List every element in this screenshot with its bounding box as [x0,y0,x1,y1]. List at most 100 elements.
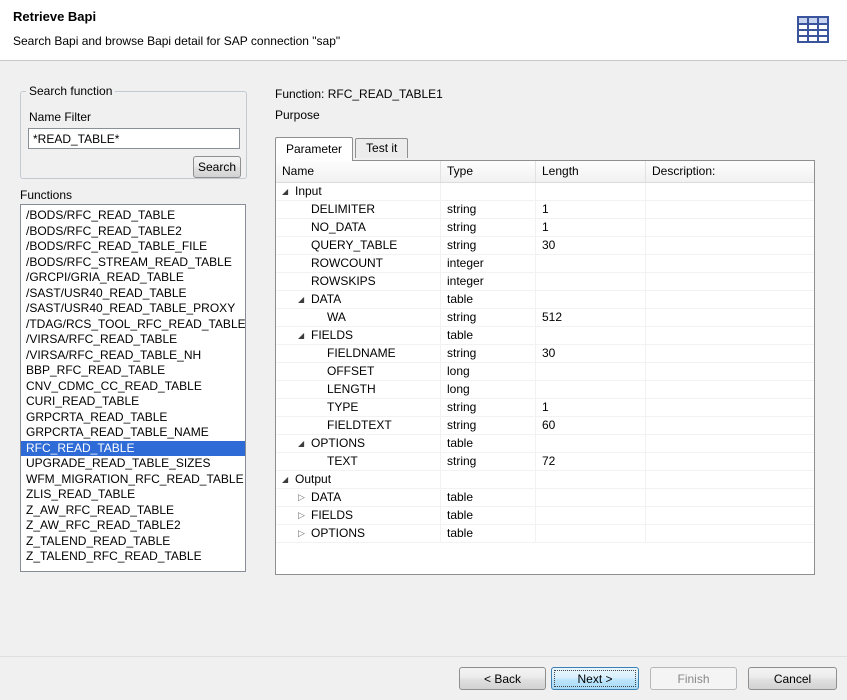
parameter-length [536,363,646,380]
table-grid-icon [796,13,830,45]
parameter-description [646,345,814,362]
parameter-row[interactable]: ▷OPTIONStable [276,525,814,543]
function-list-item[interactable]: /BODS/RFC_READ_TABLE2 [21,224,245,240]
parameter-row[interactable]: ROWCOUNT integer [276,255,814,273]
finish-button[interactable]: Finish [650,667,737,690]
parameter-row[interactable]: ROWSKIPSinteger [276,273,814,291]
parameter-description [646,507,814,524]
parameter-length [536,381,646,398]
parameter-row[interactable]: FIELDNAMEstring30 [276,345,814,363]
function-list-item[interactable]: GRPCRTA_READ_TABLE [21,410,245,426]
parameter-row[interactable]: ◢FIELDStable [276,327,814,345]
function-list-item[interactable]: /GRCPI/GRIA_READ_TABLE [21,270,245,286]
next-button[interactable]: Next > [551,667,639,690]
functions-list[interactable]: /BODS/RFC_READ_TABLE/BODS/RFC_READ_TABLE… [20,204,246,572]
column-header-type[interactable]: Type [441,161,536,182]
function-list-item[interactable]: /VIRSA/RFC_READ_TABLE [21,332,245,348]
parameter-row[interactable]: FIELDTEXTstring60 [276,417,814,435]
expanded-arrow-icon[interactable]: ◢ [298,332,311,340]
parameter-type: integer [441,255,536,272]
parameter-name: FIELDS [311,327,353,344]
tab-parameter[interactable]: Parameter [275,137,353,161]
column-header-length[interactable]: Length [536,161,646,182]
dialog-subtitle: Search Bapi and browse Bapi detail for S… [13,34,340,48]
collapsed-arrow-icon[interactable]: ▷ [298,511,311,520]
column-header-description[interactable]: Description: [646,161,814,182]
parameter-row[interactable]: WAstring512 [276,309,814,327]
parameter-row[interactable]: ◢Output [276,471,814,489]
parameter-name: DATA [311,291,341,308]
parameter-length [536,273,646,290]
collapsed-arrow-icon[interactable]: ▷ [298,529,311,538]
function-list-item[interactable]: Z_TALEND_READ_TABLE [21,534,245,550]
function-list-item[interactable]: /BODS/RFC_STREAM_READ_TABLE [21,255,245,271]
parameter-row[interactable]: ▷DATAtable [276,489,814,507]
parameter-description [646,201,814,218]
parameter-type: string [441,417,536,434]
dialog-title: Retrieve Bapi [13,9,96,24]
parameter-type: string [441,399,536,416]
parameter-name: Output [295,471,331,488]
parameter-type: string [441,309,536,326]
parameter-table-body: ◢InputDELIMITERstring1NO_DATAstring1QUER… [276,183,814,543]
function-list-item[interactable]: ZLIS_READ_TABLE [21,487,245,503]
function-list-item[interactable]: WFM_MIGRATION_RFC_READ_TABLE [21,472,245,488]
back-button[interactable]: < Back [459,667,546,690]
parameter-name: FIELDNAME [327,345,396,362]
expanded-arrow-icon[interactable]: ◢ [282,476,295,484]
function-list-item[interactable]: /BODS/RFC_READ_TABLE_FILE [21,239,245,255]
function-list-item[interactable]: Z_AW_RFC_READ_TABLE [21,503,245,519]
collapsed-arrow-icon[interactable]: ▷ [298,493,311,502]
function-list-item[interactable]: UPGRADE_READ_TABLE_SIZES [21,456,245,472]
parameter-row[interactable]: ▷FIELDStable [276,507,814,525]
function-list-item[interactable]: Z_AW_RFC_READ_TABLE2 [21,518,245,534]
parameter-row[interactable]: OFFSETlong [276,363,814,381]
column-header-name[interactable]: Name [276,161,441,182]
parameter-name: OPTIONS [311,435,365,452]
function-list-item[interactable]: Z_TALEND_RFC_READ_TABLE [21,549,245,565]
parameter-row[interactable]: NO_DATAstring1 [276,219,814,237]
search-button[interactable]: Search [193,156,241,178]
function-list-item[interactable]: /SAST/USR40_READ_TABLE_PROXY [21,301,245,317]
parameter-row[interactable]: TYPEstring1 [276,399,814,417]
parameter-description [646,417,814,434]
parameter-length [536,291,646,308]
parameter-name: ROWCOUNT [311,255,383,272]
parameter-length [536,471,646,488]
parameter-name: FIELDS [311,507,353,524]
name-filter-input[interactable] [28,128,240,149]
parameter-row[interactable]: DELIMITERstring1 [276,201,814,219]
expanded-arrow-icon[interactable]: ◢ [282,188,295,196]
parameter-row[interactable]: ◢OPTIONStable [276,435,814,453]
parameter-name: DELIMITER [311,201,375,218]
expanded-arrow-icon[interactable]: ◢ [298,440,311,448]
parameter-row[interactable]: LENGTH long [276,381,814,399]
parameter-length: 72 [536,453,646,470]
parameter-description [646,291,814,308]
parameter-row[interactable]: TEXTstring72 [276,453,814,471]
parameter-type: table [441,525,536,542]
parameter-row[interactable]: ◢DATAtable [276,291,814,309]
parameter-type: long [441,381,536,398]
cancel-button[interactable]: Cancel [748,667,837,690]
parameter-description [646,309,814,326]
function-list-item[interactable]: GRPCRTA_READ_TABLE_NAME [21,425,245,441]
function-list-item-selected[interactable]: RFC_READ_TABLE [21,441,245,457]
function-list-item[interactable]: /BODS/RFC_READ_TABLE [21,208,245,224]
function-list-item[interactable]: /VIRSA/RFC_READ_TABLE_NH [21,348,245,364]
expanded-arrow-icon[interactable]: ◢ [298,296,311,304]
tab-test-it[interactable]: Test it [355,138,408,158]
function-list-item[interactable]: /TDAG/RCS_TOOL_RFC_READ_TABLE [21,317,245,333]
parameter-description [646,237,814,254]
function-list-item[interactable]: CURI_READ_TABLE [21,394,245,410]
function-list-item[interactable]: CNV_CDMC_CC_READ_TABLE [21,379,245,395]
parameter-row[interactable]: ◢Input [276,183,814,201]
parameter-length [536,435,646,452]
function-list-item[interactable]: BBP_RFC_READ_TABLE [21,363,245,379]
parameter-description [646,255,814,272]
parameter-name: LENGTH [327,381,376,398]
parameter-row[interactable]: QUERY_TABLEstring30 [276,237,814,255]
parameter-name: FIELDTEXT [327,417,392,434]
parameter-length: 1 [536,201,646,218]
function-list-item[interactable]: /SAST/USR40_READ_TABLE [21,286,245,302]
